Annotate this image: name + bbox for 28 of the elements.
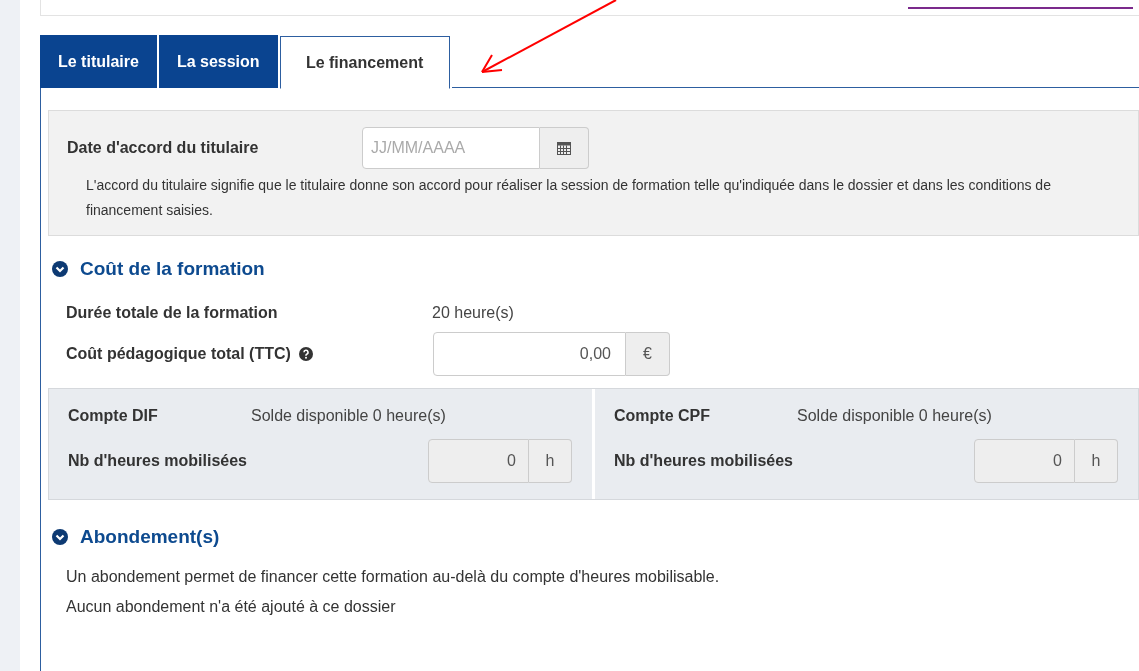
tab[interactable]: Le financement [279,36,450,89]
unit-label: h [529,439,572,483]
hours-label: Nb d'heures mobilisées [614,451,793,471]
account-balance: Solde disponible 0 heure(s) [797,406,992,426]
date-field[interactable]: JJ/MM/AAAA [362,127,540,169]
currency-label: € [626,332,670,376]
cost-label: Coût pédagogique total (TTC) [66,344,291,364]
chevron-down-icon [52,261,68,277]
info-text: Un abondement permet de financer cette formation au-delà du compte d'heures mobilisable. [66,567,721,587]
account-name: Compte DIF [68,406,159,426]
chevron-down-icon [52,529,68,545]
duration-label: Durée totale de la formation [66,303,279,323]
section-title: Abondement(s) [80,524,220,549]
cost-field[interactable]: 0,00 [433,332,626,376]
hours-label: Nb d'heures mobilisées [68,451,247,471]
section-title: Coût de la formation [80,256,265,281]
help-icon [298,347,313,361]
calendar-button[interactable] [540,127,589,169]
tab[interactable]: La session [158,35,278,88]
agreement-label: Date d'accord du titulaire [67,138,260,158]
calendar-icon [556,140,572,156]
agreement-help: L'accord du titulaire signifie que le titulaire donne son accord pour réaliser la session de formation telle qu'indiquée dans le dossier et dans les conditions de financement saisies. [85,176,1052,220]
account-name: Compte CPF [614,406,711,426]
tab[interactable]: Le titulaire [40,35,157,88]
account-balance: Solde disponible 0 heure(s) [251,406,446,426]
duration-value: 20 heure(s) [432,303,514,323]
info-text: Aucun abondement n'a été ajouté à ce dossier [66,597,397,617]
unit-label: h [1075,439,1118,483]
